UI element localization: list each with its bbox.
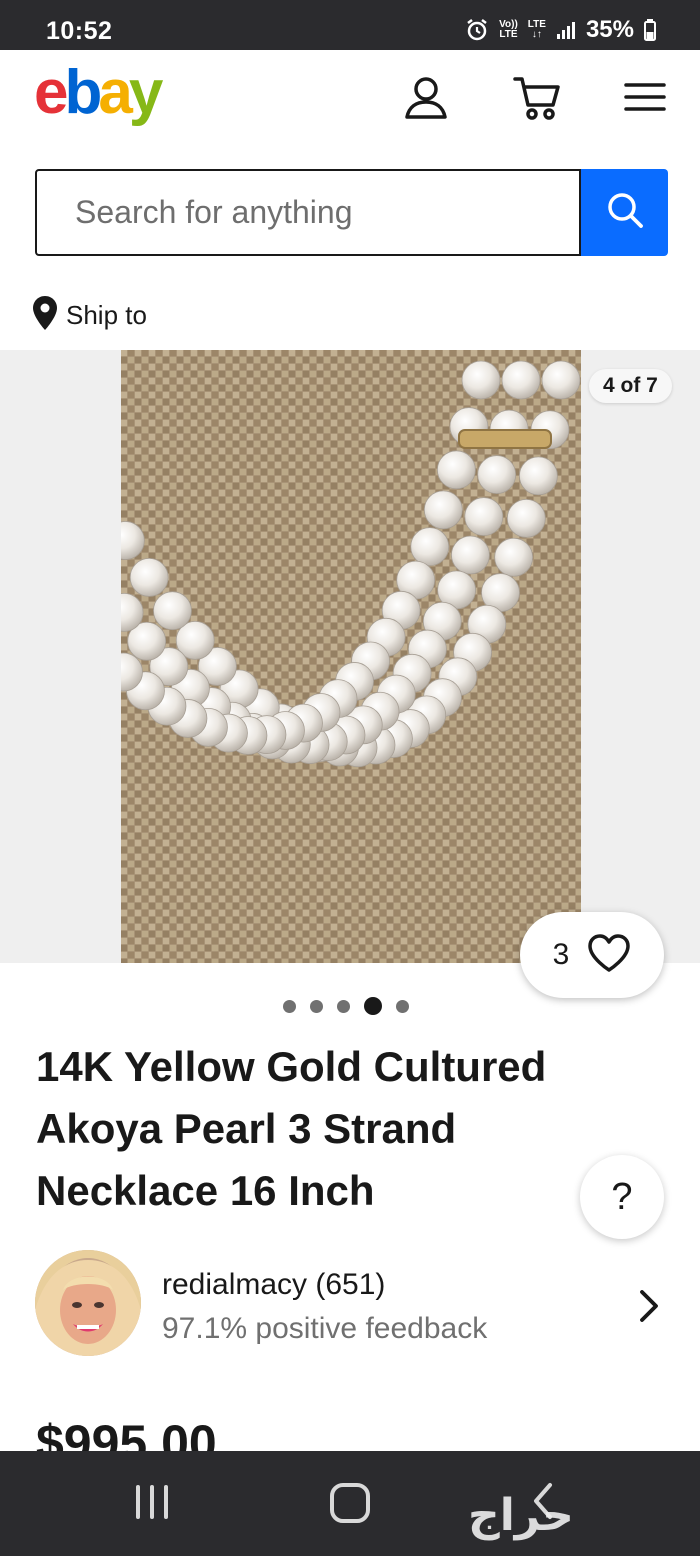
data-arrows-icon: ↓↑ [531, 29, 542, 40]
cart-icon[interactable] [513, 74, 560, 120]
watch-count: 3 [552, 938, 570, 971]
carousel-dot[interactable] [310, 999, 323, 1013]
status-bar: 10:52 Vo)) LTE LTE ↓↑ 35% [0, 0, 700, 50]
ship-to-label: Ship to [66, 300, 147, 330]
seller-info[interactable]: redialmacy (651) 97.1% positive feedback [0, 1250, 700, 1360]
ebay-logo[interactable]: ebay [34, 58, 164, 127]
menu-icon[interactable] [623, 74, 669, 120]
volte-indicator: Vo)) LTE [499, 20, 518, 40]
image-counter: 4 of 7 [589, 369, 672, 403]
volte-lte-label: LTE [499, 29, 518, 40]
lte-indicator: LTE ↓↑ [528, 20, 546, 40]
pearl [518, 456, 558, 496]
status-time: 10:52 [46, 17, 113, 45]
product-image[interactable] [121, 350, 581, 963]
pearl [477, 455, 517, 494]
system-nav-bar [0, 1451, 700, 1556]
user-icon[interactable] [403, 74, 449, 120]
signal-icon [556, 20, 576, 40]
haraj-watermark: حراج [468, 1490, 574, 1541]
gold-clasp [458, 429, 552, 449]
carousel-dots [283, 997, 409, 1015]
pearl [451, 535, 490, 575]
pearl [501, 360, 541, 400]
carousel-dot-active[interactable] [364, 997, 382, 1015]
logo-letter-e: e [34, 58, 69, 127]
pearl [153, 591, 192, 631]
recents-button[interactable] [136, 1485, 168, 1519]
carousel-dot[interactable] [396, 999, 409, 1013]
logo-letter-y: y [128, 58, 164, 127]
location-pin-icon [32, 295, 58, 336]
status-icons: Vo)) LTE LTE ↓↑ 35% [465, 16, 656, 44]
logo-letter-b: b [64, 58, 102, 127]
help-button[interactable]: ? [580, 1155, 664, 1239]
ship-to-link[interactable]: Ship to [32, 295, 147, 336]
search-button[interactable] [581, 169, 668, 256]
pearl [506, 498, 546, 538]
pearl [436, 450, 476, 490]
seller-avatar [35, 1250, 141, 1356]
seller-name[interactable]: redialmacy (651) [162, 1268, 385, 1302]
image-gallery[interactable] [0, 350, 700, 963]
pearl [423, 490, 463, 530]
pearl [410, 527, 450, 567]
product-title: 14K Yellow Gold Cultured Akoya Pearl 3 S… [36, 1043, 547, 1214]
pearl [464, 497, 504, 536]
pearl [461, 360, 501, 400]
home-button[interactable] [330, 1483, 370, 1523]
carousel-dot[interactable] [283, 999, 296, 1013]
battery-percent: 35% [585, 16, 634, 43]
search-icon [605, 190, 645, 235]
pearl [129, 557, 169, 597]
search-input[interactable] [37, 171, 579, 254]
search-bar [35, 169, 581, 256]
seller-feedback: 97.1% positive feedback [162, 1312, 488, 1345]
pearl [494, 537, 534, 577]
battery-icon [644, 19, 656, 41]
watch-button[interactable]: 3 [520, 912, 664, 998]
chevron-right-icon[interactable] [636, 1288, 662, 1329]
heart-icon [587, 933, 631, 978]
logo-letter-a: a [98, 58, 133, 127]
alarm-icon [465, 18, 489, 42]
pearl [541, 360, 581, 400]
help-icon: ? [611, 1175, 633, 1218]
carousel-dot[interactable] [337, 999, 350, 1013]
